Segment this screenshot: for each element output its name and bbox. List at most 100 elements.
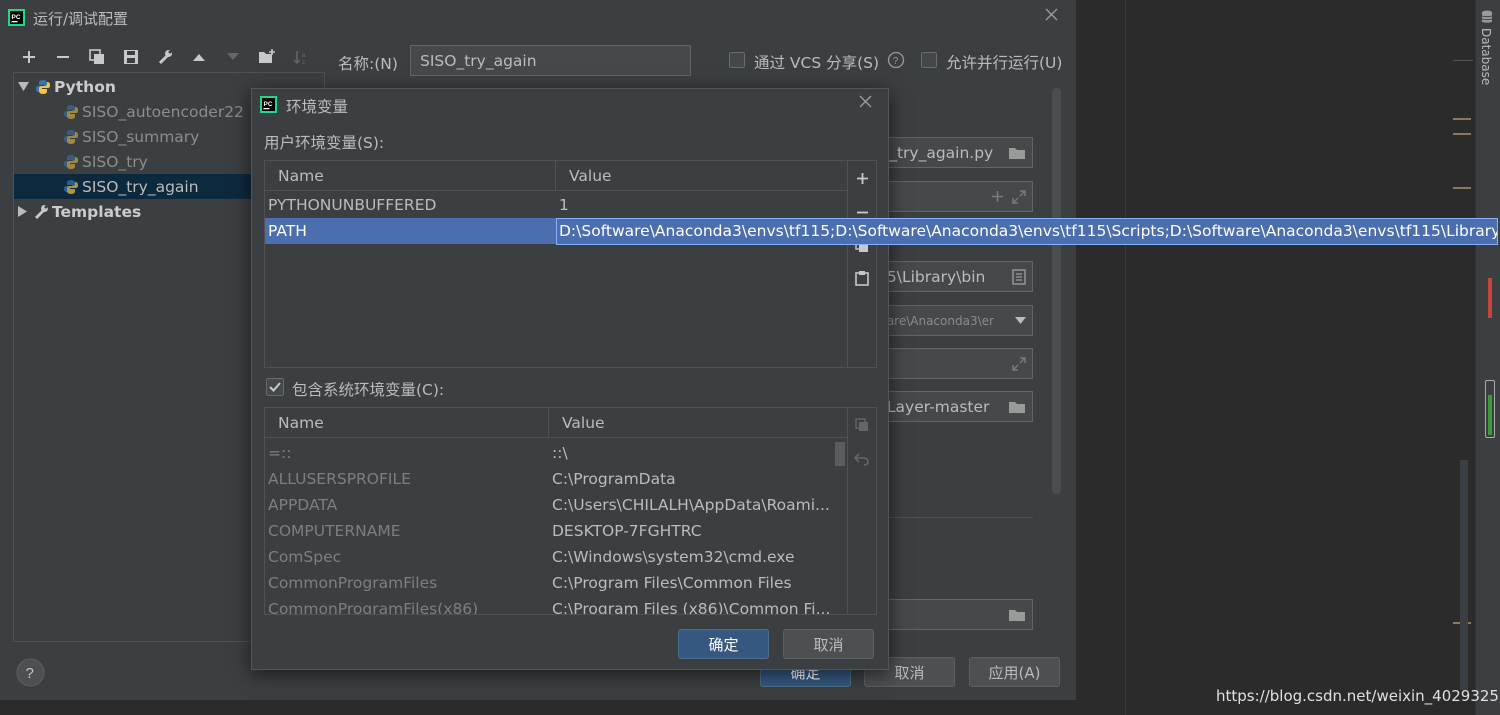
script-path-field[interactable]: O_try_again.py	[870, 137, 1033, 168]
share-vcs-checkbox[interactable]	[729, 52, 745, 68]
table-row[interactable]: CommonProgramFiles C:\Program Files\Comm…	[265, 570, 835, 596]
name-label: 名称:(N)	[338, 55, 398, 73]
table-row[interactable]: COMPUTERNAME DESKTOP-7FGHTRC	[265, 518, 835, 544]
var-name: CommonProgramFiles(x86)	[268, 600, 479, 615]
table-row[interactable]: APPDATA C:\Users\CHILALH\AppData\Roami..…	[265, 492, 835, 518]
database-tab[interactable]: Database	[1479, 28, 1493, 85]
remove-icon[interactable]	[50, 44, 76, 70]
svg-text:PC: PC	[264, 101, 273, 108]
parameters-field[interactable]	[870, 181, 1033, 212]
config-toolbar: az	[16, 44, 314, 70]
marker	[1453, 133, 1471, 135]
copy-icon[interactable]	[847, 410, 876, 440]
chevron-down-icon[interactable]	[1015, 317, 1026, 324]
wrench-icon[interactable]	[152, 44, 178, 70]
log-path-field[interactable]	[870, 599, 1033, 630]
expand-icon[interactable]	[1012, 356, 1026, 371]
collapsed-arrow-icon[interactable]	[18, 206, 27, 217]
wrench-icon	[33, 204, 49, 220]
folder-icon[interactable]	[1008, 400, 1026, 414]
tree-templates-label: Templates	[52, 202, 142, 221]
table-row[interactable]: ALLUSERSPROFILE C:\ProgramData	[265, 466, 835, 492]
close-icon[interactable]	[1045, 8, 1058, 21]
python-icon	[63, 129, 79, 145]
marker	[1453, 118, 1471, 120]
column-header-name[interactable]: Name	[265, 408, 549, 438]
folder-icon[interactable]	[1008, 146, 1026, 160]
svg-text:PC: PC	[12, 14, 21, 21]
error-marker	[1488, 278, 1492, 318]
move-down-icon[interactable]	[220, 44, 246, 70]
add-icon[interactable]	[16, 44, 42, 70]
scrollbar-track[interactable]	[834, 439, 847, 614]
title-bar: PC 运行/调试配置	[0, 0, 1077, 36]
add-icon[interactable]	[847, 163, 876, 193]
var-name: PATH	[268, 222, 307, 240]
copy-icon[interactable]	[84, 44, 110, 70]
paste-icon[interactable]	[847, 263, 876, 293]
help-icon[interactable]: ?	[887, 51, 905, 69]
var-name: PYTHONUNBUFFERED	[268, 196, 437, 214]
save-icon[interactable]	[118, 44, 144, 70]
var-value: C:\Users\CHILALH\AppData\Roami...	[552, 496, 830, 514]
path-value-editor[interactable]: D:\Software\Anaconda3\envs\tf115;D:\Soft…	[556, 218, 1498, 245]
var-name: CommonProgramFiles	[268, 574, 438, 592]
table-row[interactable]: PYTHONUNBUFFERED 1	[265, 192, 848, 218]
tree-item-label: SISO_try	[82, 152, 148, 171]
plus-icon[interactable]	[991, 190, 1004, 203]
var-value: C:\ProgramData	[552, 470, 676, 488]
editor-scrollbar[interactable]	[1460, 460, 1468, 690]
include-system-label: 包含系统环境变量(C):	[292, 381, 445, 399]
interpreter-value: ware\Anaconda3\er	[877, 313, 994, 328]
interpreter-options-field[interactable]	[870, 348, 1033, 379]
marker	[1453, 187, 1471, 189]
table-row[interactable]: ComSpec C:\Windows\system32\cmd.exe	[265, 544, 835, 570]
python-icon	[63, 104, 79, 120]
ide-editor-area: Database https://blog.csdn.net/weixin_40…	[1077, 0, 1500, 715]
svg-text:a: a	[302, 53, 306, 59]
env-vars-value: 15\Library\bin	[877, 267, 986, 286]
form-scrollbar[interactable]	[1052, 88, 1061, 494]
folder-add-icon[interactable]	[254, 44, 280, 70]
column-header-name[interactable]: Name	[265, 161, 556, 191]
close-icon[interactable]	[859, 95, 872, 108]
working-dir-field[interactable]: l-Layer-master	[870, 391, 1033, 422]
var-name: =::	[268, 444, 292, 462]
var-value: C:\Program Files (x86)\Common Fi...	[552, 600, 831, 615]
apply-button[interactable]: 应用(A)	[969, 657, 1060, 687]
user-vars-table: Name Value PYTHONUNBUFFERED 1 PATH	[264, 160, 877, 368]
svg-text:?: ?	[26, 665, 34, 682]
working-dir-value: l-Layer-master	[877, 397, 990, 416]
var-name: ALLUSERSPROFILE	[268, 470, 411, 488]
column-header-value[interactable]: Value	[556, 161, 848, 191]
column-header-value[interactable]: Value	[549, 408, 848, 438]
env-vars-field[interactable]: 15\Library\bin	[870, 261, 1033, 292]
folder-icon[interactable]	[1008, 608, 1026, 622]
svg-text:z: z	[302, 60, 305, 65]
move-up-icon[interactable]	[186, 44, 212, 70]
name-input[interactable]: SISO_try_again	[410, 45, 691, 76]
cancel-button[interactable]: 取消	[783, 629, 874, 659]
parallel-run-checkbox[interactable]	[921, 52, 937, 68]
divider	[1453, 60, 1473, 61]
undo-icon[interactable]	[847, 444, 876, 474]
ok-button[interactable]: 确定	[678, 629, 769, 659]
list-edit-icon[interactable]	[1012, 268, 1026, 285]
tool-window-bar: Database	[1475, 0, 1500, 715]
var-value: 1	[559, 196, 569, 214]
user-vars-label: 用户环境变量(S):	[264, 134, 385, 152]
memory-indicator	[1485, 380, 1495, 438]
watermark: https://blog.csdn.net/weixin_40293250	[1216, 687, 1500, 705]
include-system-checkbox[interactable]	[266, 378, 284, 396]
tree-python-label: Python	[54, 77, 116, 96]
separator	[870, 517, 1033, 518]
expanded-arrow-icon[interactable]	[18, 82, 29, 91]
database-icon[interactable]	[1481, 10, 1493, 24]
expand-icon[interactable]	[1012, 189, 1026, 204]
table-row[interactable]: CommonProgramFiles(x86) C:\Program Files…	[265, 596, 835, 615]
sort-icon[interactable]: az	[288, 44, 314, 70]
env-dialog-title: 环境变量	[286, 98, 349, 116]
table-row[interactable]: =:: ::\	[265, 440, 835, 466]
help-icon[interactable]: ?	[16, 658, 45, 687]
interpreter-select[interactable]: ware\Anaconda3\er	[870, 305, 1033, 336]
